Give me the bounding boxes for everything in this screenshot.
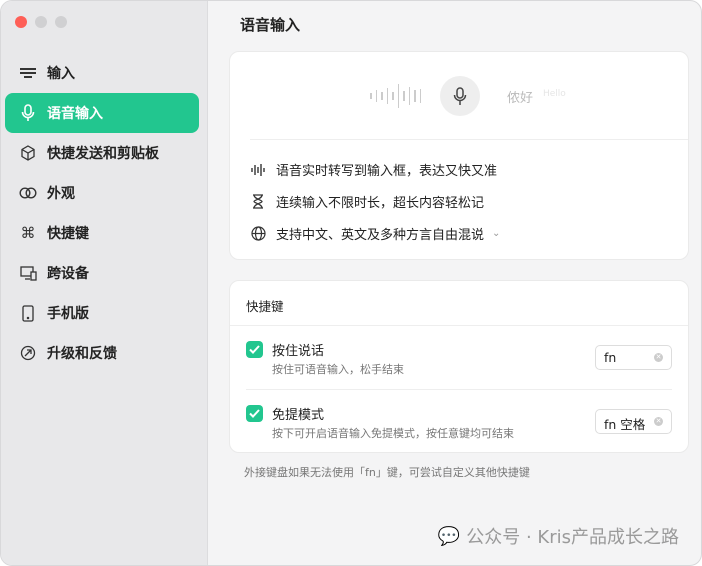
- hands-free-checkbox[interactable]: [246, 405, 263, 422]
- feature-text: 支持中文、英文及多种方言自由混说: [276, 228, 485, 243]
- waveform-icon: [250, 163, 266, 177]
- divider: [250, 139, 688, 140]
- zoom-button[interactable]: [55, 16, 67, 28]
- sidebar-item-mobile[interactable]: 手机版: [5, 293, 199, 333]
- shortcut-desc: 按住可语音输入，松手结束: [272, 363, 404, 376]
- divider: [230, 325, 688, 326]
- feature-text: 语音实时转写到输入框，表达又快又准: [276, 164, 498, 179]
- shortcut-title: 按住说话: [272, 344, 325, 359]
- sidebar-item-label: 跨设备: [47, 266, 89, 282]
- feature-item: 连续输入不限时长，超长内容轻松记: [250, 192, 484, 211]
- demo-translation-text: Hello: [543, 89, 566, 99]
- sidebar-item-quick-send[interactable]: 快捷发送和剪贴板: [5, 133, 199, 173]
- appearance-icon: [19, 184, 37, 202]
- feature-item: 语音实时转写到输入框，表达又快又准: [250, 160, 497, 179]
- devices-icon: [19, 264, 37, 282]
- shortcuts-card: 快捷键 按住说话 按住可语音输入，松手结束 fn ✕ 免提模式 按下可开启语音输入…: [229, 280, 689, 453]
- chevron-down-icon[interactable]: ⌄: [492, 228, 500, 239]
- waveform-icon: [370, 84, 421, 108]
- upgrade-icon: [19, 344, 37, 362]
- sidebar-item-label: 手机版: [47, 306, 89, 322]
- sidebar-item-label: 快捷键: [47, 226, 89, 242]
- page-title: 语音输入: [240, 16, 301, 34]
- demo-dialect-text: 侬好: [507, 91, 534, 106]
- microphone-icon: [19, 104, 37, 122]
- sidebar-item-appearance[interactable]: 外观: [5, 173, 199, 213]
- divider: [246, 389, 672, 390]
- hourglass-icon: [250, 194, 266, 209]
- close-button[interactable]: [15, 16, 27, 28]
- shortcut-title: 免提模式: [272, 408, 325, 423]
- voice-demo: 侬好 Hello: [230, 76, 688, 116]
- cube-icon: [19, 144, 37, 162]
- sidebar-item-label: 外观: [47, 186, 75, 202]
- sidebar-item-input[interactable]: 输入: [5, 53, 199, 93]
- sidebar-item-voice-input[interactable]: 语音输入: [5, 93, 199, 133]
- minimize-button[interactable]: [35, 16, 47, 28]
- microphone-button[interactable]: [440, 76, 480, 116]
- sidebar-item-shortcuts[interactable]: ⌘ 快捷键: [5, 213, 199, 253]
- shortcut-desc: 按下可开启语音输入免提模式，按任意键均可结束: [272, 427, 514, 440]
- watermark: 💬 公众号 · Kris产品成长之路: [438, 523, 679, 549]
- sidebar-item-label: 升级和反馈: [47, 346, 117, 362]
- shortcut-row-hands-free: 免提模式 按下可开启语音输入免提模式，按任意键均可结束 fn 空格 ✕: [246, 403, 672, 453]
- settings-window: 输入 语音输入 快捷发送和剪贴板 外观 ⌘ 快捷键 跨设备 手机版 升级和反馈 语…: [0, 0, 702, 566]
- clear-icon[interactable]: ✕: [654, 353, 663, 362]
- wechat-icon: 💬: [437, 525, 461, 547]
- keyboard-icon: [19, 64, 37, 82]
- main-panel: 语音输入 侬好 Hello 语音实时转写到输入框，表达又快又准 连续输入不限时长…: [209, 1, 701, 565]
- shortcut-key-field[interactable]: fn ✕: [595, 345, 672, 370]
- shortcut-row-push-to-talk: 按住说话 按住可语音输入，松手结束 fn ✕: [246, 339, 672, 389]
- globe-icon: [250, 226, 266, 241]
- feature-text: 连续输入不限时长，超长内容轻松记: [276, 196, 485, 211]
- phone-icon: [19, 304, 37, 322]
- sidebar-item-cross-device[interactable]: 跨设备: [5, 253, 199, 293]
- shortcut-key-field[interactable]: fn 空格 ✕: [595, 409, 672, 434]
- sidebar-item-upgrade-feedback[interactable]: 升级和反馈: [5, 333, 199, 373]
- sidebar-item-label: 快捷发送和剪贴板: [47, 146, 159, 162]
- shortcut-key-value: fn 空格: [604, 417, 646, 432]
- window-controls: [15, 16, 67, 28]
- feature-item[interactable]: 支持中文、英文及多种方言自由混说 ⌄: [250, 224, 500, 243]
- watermark-text: 公众号 · Kris产品成长之路: [466, 527, 679, 548]
- push-to-talk-checkbox[interactable]: [246, 341, 263, 358]
- sidebar-item-label: 输入: [47, 66, 75, 82]
- clear-icon[interactable]: ✕: [654, 417, 663, 426]
- command-icon: ⌘: [20, 224, 36, 242]
- shortcut-key-value: fn: [604, 350, 617, 365]
- fn-key-note: 外接键盘如果无法使用「fn」键，可尝试自定义其他快捷键: [244, 466, 530, 479]
- shortcuts-header: 快捷键: [246, 299, 284, 314]
- sidebar: 输入 语音输入 快捷发送和剪贴板 外观 ⌘ 快捷键 跨设备 手机版 升级和反馈: [1, 1, 208, 565]
- sidebar-item-label: 语音输入: [47, 106, 103, 122]
- voice-intro-card: 侬好 Hello 语音实时转写到输入框，表达又快又准 连续输入不限时长，超长内容…: [229, 51, 689, 260]
